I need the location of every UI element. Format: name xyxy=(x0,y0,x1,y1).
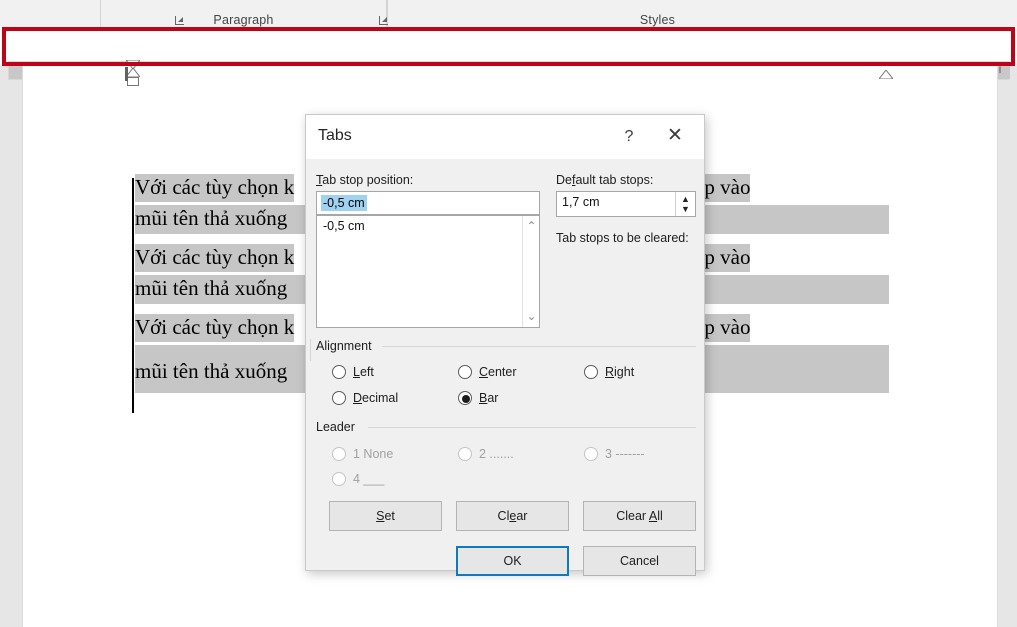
ok-button-label: OK xyxy=(503,555,521,568)
default-tab-stops-spinner[interactable]: 1,7 cm ▲ ▼ xyxy=(556,191,696,217)
tab-stop-position-input[interactable]: -0,5 cm xyxy=(316,191,540,215)
list-item[interactable]: -0,5 cm xyxy=(317,216,539,236)
spinner-buttons[interactable]: ▲ ▼ xyxy=(675,192,695,216)
radio-label: Decimal xyxy=(353,390,398,406)
app-root: Paragraph Styles ı · 2 · ı · 1 · ı · · ı… xyxy=(0,0,1017,627)
radio-label: 2 ....... xyxy=(479,446,514,462)
leader-group-title: Leader xyxy=(316,420,360,434)
document-text-line: Với các tùy chọn k xyxy=(135,244,294,272)
leader-group-divider xyxy=(368,427,696,428)
hanging-indent-marker[interactable] xyxy=(126,68,140,77)
radio-indicator xyxy=(332,447,346,461)
ruler-band: ı · 2 · ı · 1 · ı · · ı · 1 · ı · 2 · ı … xyxy=(0,28,1017,66)
tabs-dialog[interactable]: Tabs ? ✕ Tab stop position: -0,5 cm -0,5… xyxy=(305,114,705,571)
spinner-down-icon[interactable]: ▼ xyxy=(676,203,695,215)
set-button[interactable]: Set xyxy=(329,501,442,531)
radio-label: Center xyxy=(479,364,517,380)
ribbon-strip: Paragraph Styles xyxy=(0,0,1017,28)
radio-label: 3 ------- xyxy=(605,446,645,462)
document-text-line-overlay: mũi tên thả xuống xyxy=(135,205,287,233)
ribbon-group-styles: Styles xyxy=(387,0,927,28)
cancel-button[interactable]: Cancel xyxy=(583,546,696,576)
tab-stop-position-list[interactable]: -0,5 cm ⌃ ⌄ xyxy=(316,215,540,328)
paragraph-dialog-launcher-icon[interactable] xyxy=(175,16,184,25)
radio-indicator xyxy=(332,365,346,379)
clear-button-label: Clear xyxy=(498,510,528,523)
radio-label: Bar xyxy=(479,390,498,406)
document-text-line: Với các tùy chọn k xyxy=(135,174,294,202)
left-indent-marker[interactable] xyxy=(127,77,139,86)
right-indent-marker[interactable] xyxy=(879,70,893,79)
close-icon[interactable]: ✕ xyxy=(660,125,690,149)
radio-indicator xyxy=(458,447,472,461)
clear-all-button-label: Clear All xyxy=(616,510,663,523)
radio-label: 4 ___ xyxy=(353,471,384,487)
tab-stop-position-value: -0,5 cm xyxy=(321,195,367,211)
radio-label: Right xyxy=(605,364,634,380)
radio-label: 1 None xyxy=(353,446,393,462)
radio-indicator xyxy=(458,365,472,379)
ok-button[interactable]: OK xyxy=(456,546,569,576)
ribbon-group-paragraph-label: Paragraph xyxy=(101,13,386,27)
document-text-line-overlay: mũi tên thả xuống xyxy=(135,358,287,386)
help-icon[interactable]: ? xyxy=(616,125,642,149)
scroll-up-icon[interactable]: ⌃ xyxy=(523,218,540,235)
alignment-group-divider xyxy=(382,346,696,347)
cancel-button-label: Cancel xyxy=(620,555,659,568)
default-tab-stops-label: Default tab stops: xyxy=(556,173,653,187)
tab-stop-position-label: Tab stop position: xyxy=(316,173,413,187)
styles-dialog-launcher-icon[interactable] xyxy=(379,16,388,25)
dialog-titlebar: Tabs ? ✕ xyxy=(306,115,704,159)
radio-indicator xyxy=(584,447,598,461)
radio-indicator xyxy=(332,391,346,405)
set-button-label: Set xyxy=(376,510,395,523)
default-tab-stops-value: 1,7 cm xyxy=(562,195,600,209)
radio-indicator xyxy=(584,365,598,379)
radio-label: Left xyxy=(353,364,374,380)
radio-indicator xyxy=(458,391,472,405)
radio-indicator xyxy=(332,472,346,486)
ribbon-group-paragraph: Paragraph xyxy=(100,0,387,28)
tab-stops-to-be-cleared-label: Tab stops to be cleared: xyxy=(556,231,689,245)
dialog-title: Tabs xyxy=(318,127,352,145)
ribbon-group-styles-label: Styles xyxy=(388,13,927,27)
bar-tab-vertical-line xyxy=(132,178,134,413)
dialog-body: Tab stop position: -0,5 cm -0,5 cm ⌃ ⌄ D… xyxy=(306,159,704,570)
document-text-line: Với các tùy chọn k xyxy=(135,314,294,342)
clear-button[interactable]: Clear xyxy=(456,501,569,531)
list-scrollbar[interactable]: ⌃ ⌄ xyxy=(522,216,539,327)
alignment-group-title: Alignment xyxy=(316,339,377,353)
alignment-group-edge xyxy=(310,339,311,361)
scroll-down-icon[interactable]: ⌄ xyxy=(523,308,540,325)
clear-all-button[interactable]: Clear All xyxy=(583,501,696,531)
bar-tab-stop-marker[interactable] xyxy=(125,67,128,81)
document-text-line-overlay: mũi tên thả xuống xyxy=(135,275,287,303)
